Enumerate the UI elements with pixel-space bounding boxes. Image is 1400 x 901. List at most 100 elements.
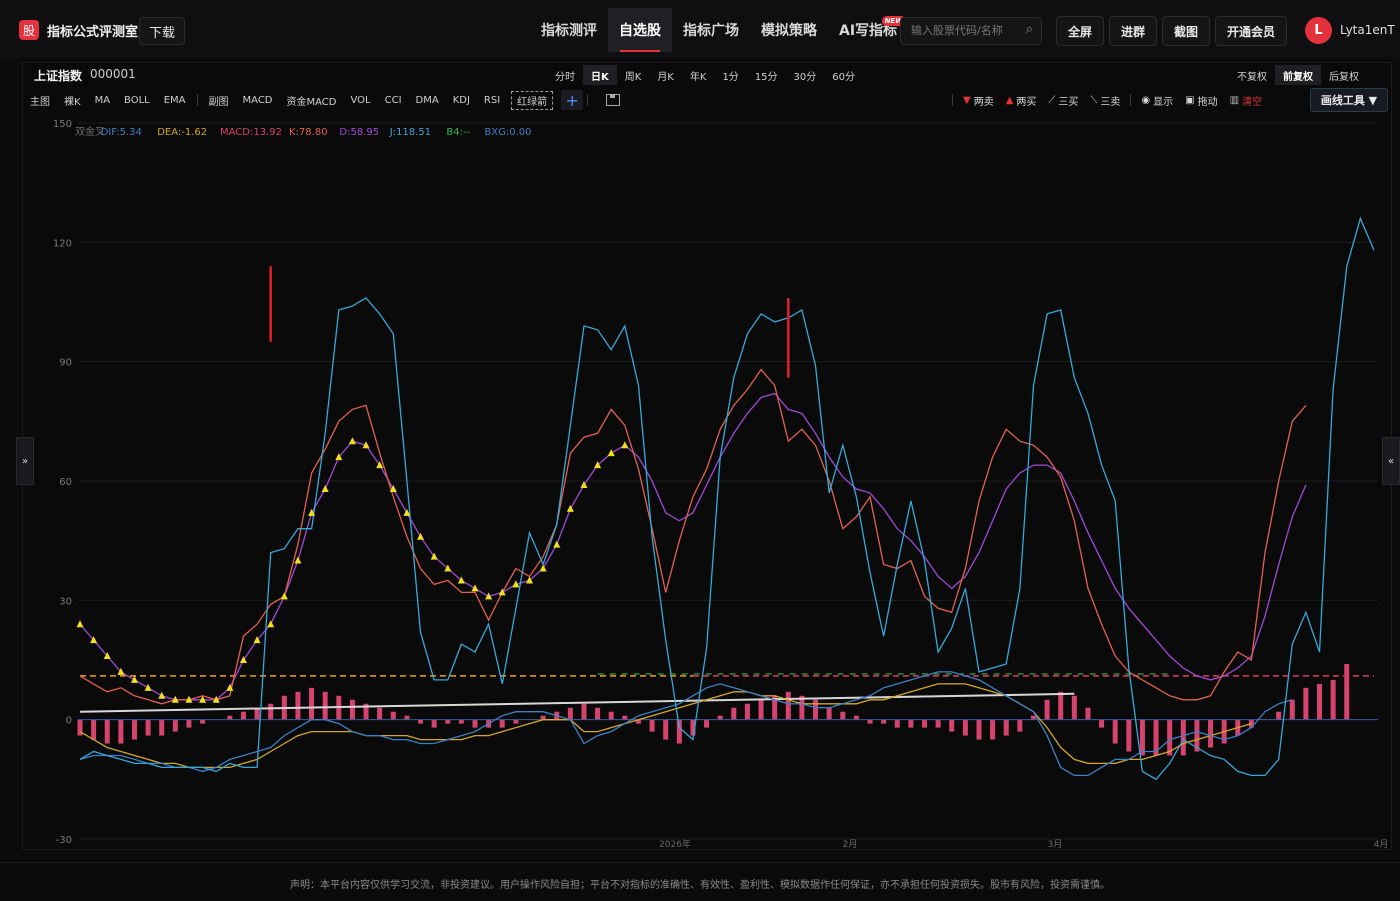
- indicator-tab[interactable]: VOL: [344, 95, 378, 106]
- macd-bar: [581, 703, 587, 720]
- macd-bar: [240, 711, 246, 720]
- chart-area[interactable]: 150 120 90 60 30 0 -30 2026年 2月 3月 4月 双金叉 DIF:5.34 DE…: [23, 113, 1391, 850]
- macd-bar: [649, 719, 655, 732]
- signal-triangle: [539, 564, 547, 572]
- x-tick-label: 3月: [1048, 839, 1063, 849]
- main-nav: 指标测评 自选股 指标广场 模拟策略 AI写指标 NEW: [530, 8, 908, 52]
- nav-item-indicator-square[interactable]: 指标广场: [672, 8, 750, 52]
- y-tick-label: -30: [56, 835, 72, 846]
- adjust-tab-active[interactable]: 前复权: [1275, 65, 1321, 85]
- signal-triangle: [158, 691, 166, 699]
- chart-line-icon: ⟋: [1048, 94, 1056, 106]
- macd-bar: [295, 691, 301, 720]
- indicator-tab-selected[interactable]: 红绿箭: [511, 90, 554, 110]
- macd-bar: [131, 719, 137, 740]
- macd-bar: [1044, 699, 1050, 720]
- macd-bar: [595, 707, 601, 720]
- signal-triangle: [621, 441, 629, 449]
- indicator-tab[interactable]: 资金MACD: [280, 93, 344, 108]
- indicator-tab[interactable]: DMA: [409, 95, 446, 106]
- nav-label: 指标广场: [683, 23, 739, 39]
- download-button[interactable]: 下载: [139, 17, 185, 45]
- macd-bar: [513, 719, 519, 724]
- period-tab[interactable]: 1分: [714, 65, 746, 85]
- divider: [952, 94, 953, 106]
- signal-triangle: [607, 449, 615, 457]
- indicator-tab[interactable]: EMA: [157, 95, 193, 106]
- macd-bar: [744, 703, 750, 720]
- save-icon[interactable]: [606, 94, 621, 106]
- nav-item-watchlist[interactable]: 自选股: [608, 8, 672, 52]
- macd-bar: [1112, 719, 1118, 744]
- legend-item: DEA:-1.62: [157, 127, 207, 138]
- indicator-tab[interactable]: CCI: [378, 95, 409, 106]
- tool-drag[interactable]: ▣ 拖动: [1179, 93, 1223, 108]
- username[interactable]: Lyta1enT: [1340, 23, 1395, 37]
- signal-triangle: [267, 620, 275, 628]
- indicator-chart[interactable]: 1501209060300-30 2026年 2月 3月 4月双金叉DIF:5.34 DE…: [23, 113, 1391, 850]
- nav-item-indicator-review[interactable]: 指标测评: [530, 8, 608, 52]
- y-tick-label: 60: [59, 477, 72, 488]
- nav-item-ai-indicator[interactable]: AI写指标 NEW: [828, 8, 908, 52]
- period-tab[interactable]: 60分: [824, 65, 863, 85]
- indicator-tab[interactable]: 裸K: [57, 93, 88, 108]
- join-group-button[interactable]: 进群: [1109, 16, 1157, 46]
- indicator-tab[interactable]: MACD: [236, 95, 280, 106]
- period-tab[interactable]: 周K: [617, 65, 650, 85]
- adjust-tabs: 不复权 前复权 后复权: [1229, 65, 1367, 85]
- tool-three-buy[interactable]: ⟋ 三买: [1042, 93, 1084, 108]
- screenshot-button[interactable]: 截图: [1162, 16, 1210, 46]
- indicator-tab[interactable]: BOLL: [117, 95, 157, 106]
- period-tab[interactable]: 年K: [682, 65, 715, 85]
- macd-bar: [976, 719, 982, 740]
- tool-two-sell[interactable]: ▼ 两卖: [957, 93, 1000, 108]
- trash-icon: ▥: [1229, 94, 1240, 106]
- tool-two-buy[interactable]: ▲ 两买: [1000, 93, 1043, 108]
- y-tick-label: 150: [53, 119, 72, 130]
- signal-triangle: [130, 675, 138, 683]
- period-tab[interactable]: 30分: [786, 65, 825, 85]
- macd-bar: [908, 719, 914, 728]
- macd-bar: [731, 707, 737, 720]
- stock-code: 000001: [90, 67, 136, 81]
- macd-bar: [1099, 719, 1105, 728]
- chevron-left-icon: «: [1387, 455, 1395, 467]
- fullscreen-button[interactable]: 全屏: [1056, 16, 1104, 46]
- add-indicator-button[interactable]: +: [561, 90, 584, 110]
- expand-right-button[interactable]: «: [1382, 437, 1400, 485]
- indicator-tab-main[interactable]: 主图: [23, 93, 57, 108]
- membership-button[interactable]: 开通会员: [1215, 16, 1287, 46]
- series-j-line: [79, 216, 1375, 781]
- indicator-tab[interactable]: MA: [88, 95, 117, 106]
- tool-show[interactable]: ◉ 显示: [1135, 93, 1179, 108]
- indicator-tab[interactable]: KDJ: [446, 95, 477, 106]
- legend-item: B4:--: [446, 127, 470, 138]
- macd-bar: [935, 719, 941, 728]
- indicator-toolbar: 主图 裸K MA BOLL EMA 副图 MACD 资金MACD VOL CCI…: [23, 88, 1391, 112]
- adjust-tab[interactable]: 后复权: [1321, 65, 1367, 85]
- indicator-tab-sub[interactable]: 副图: [202, 93, 236, 108]
- period-tab[interactable]: 分时: [547, 65, 583, 85]
- x-tick-label: 2026年: [659, 838, 691, 849]
- tool-three-sell[interactable]: ⟍ 三卖: [1084, 93, 1126, 108]
- macd-bar: [431, 719, 437, 728]
- disclaimer-text: 声明：本平台内容仅供学习交流，非投资建议。用户操作风险自担；平台不对指标的准确性…: [290, 880, 1110, 891]
- macd-bar: [472, 719, 478, 728]
- period-tab[interactable]: 月K: [649, 65, 682, 85]
- indicator-tab[interactable]: RSI: [477, 95, 507, 106]
- brand[interactable]: 股 指标公式评测室: [19, 20, 138, 40]
- avatar[interactable]: L: [1305, 17, 1332, 44]
- period-tab[interactable]: 15分: [747, 65, 786, 85]
- macd-bar: [404, 715, 410, 720]
- draw-tools-dropdown[interactable]: 画线工具 ▼: [1310, 88, 1388, 112]
- nav-item-sim-strategy[interactable]: 模拟策略: [750, 8, 828, 52]
- period-tab-active[interactable]: 日K: [583, 65, 617, 85]
- expand-left-button[interactable]: »: [16, 437, 34, 485]
- tool-clear[interactable]: ▥ 清空: [1224, 93, 1268, 108]
- stock-header: 上证指数 000001 分时 日K 周K 月K 年K 1分 15分 30分 60…: [23, 63, 1391, 87]
- search-input[interactable]: [901, 18, 1029, 42]
- macd-bar: [622, 715, 628, 720]
- chart-line-icon: ⟍: [1090, 94, 1098, 106]
- adjust-tab[interactable]: 不复权: [1229, 65, 1275, 85]
- search-icon[interactable]: ⌕: [1026, 22, 1033, 37]
